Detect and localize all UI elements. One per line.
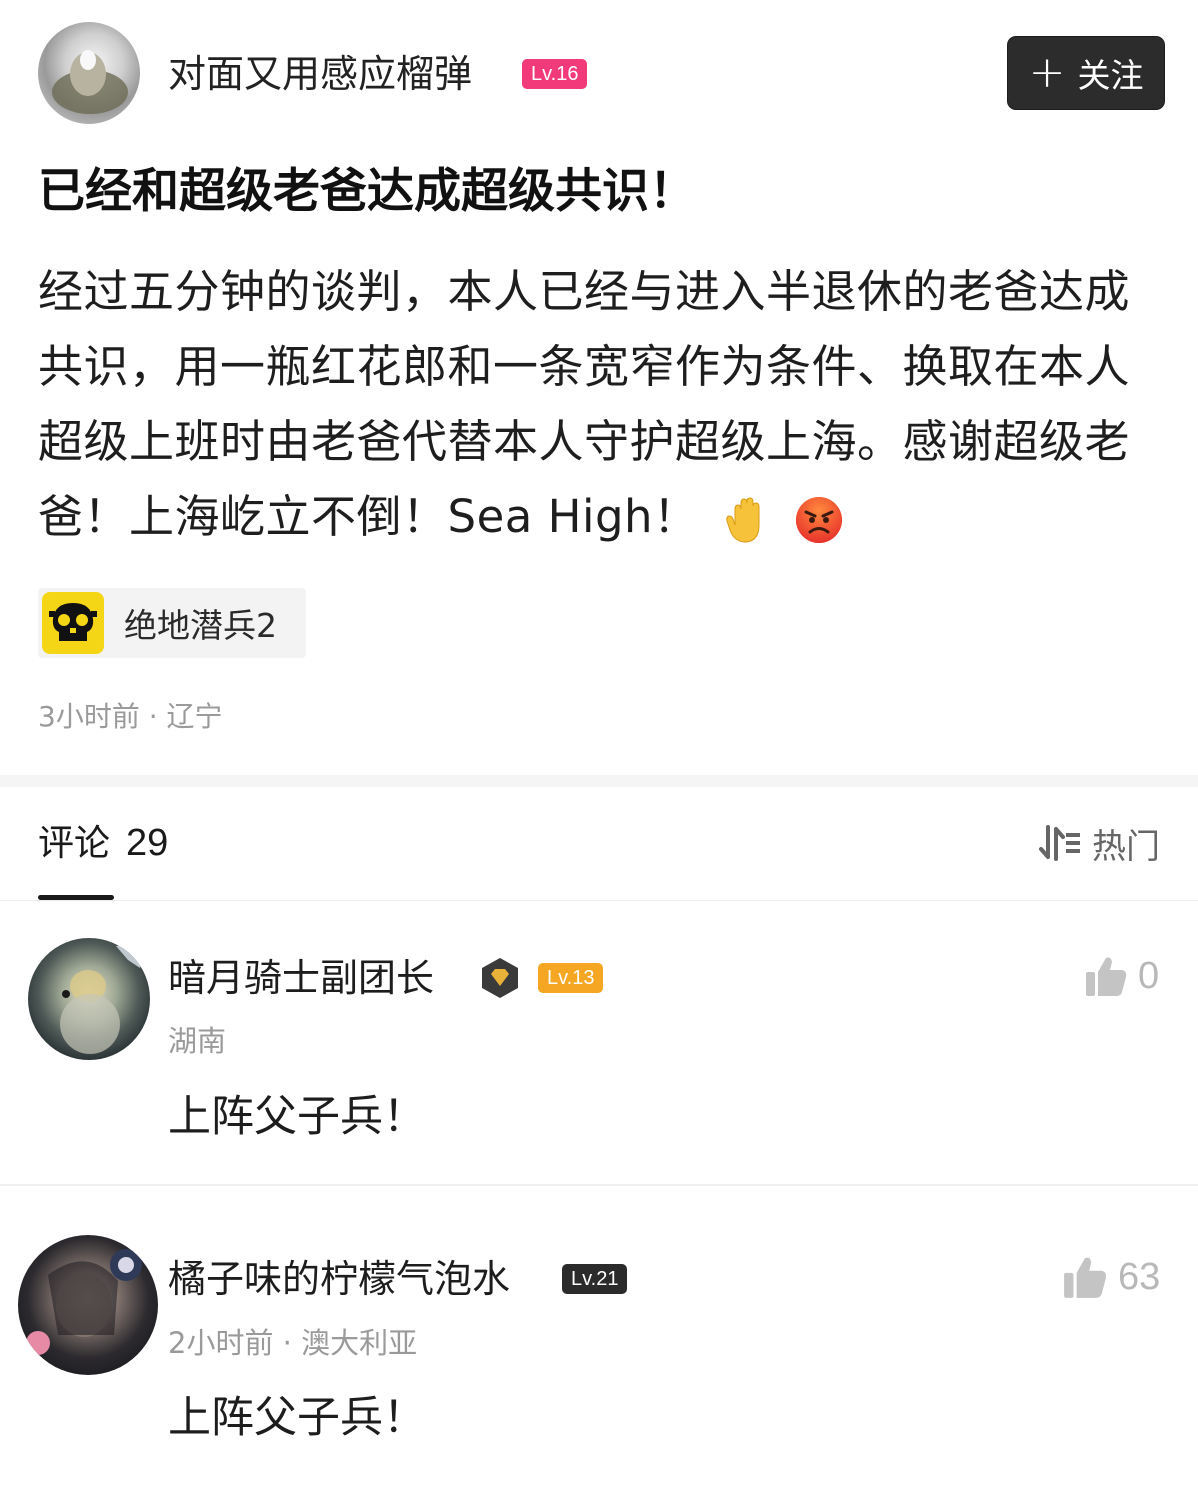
author-name[interactable]: 对面又用感应榴弹 — [168, 48, 472, 100]
header-divider — [0, 900, 1198, 901]
skull-icon — [42, 592, 104, 654]
post-title: 已经和超级老爸达成超级共识！ — [38, 164, 696, 219]
follow-button-label: 关注 — [1077, 56, 1144, 95]
comment-avatar-image — [26, 1249, 142, 1355]
post-meta: 3小时前 · 辽宁 — [38, 700, 223, 733]
topic-label: 绝地潜兵2 — [124, 606, 277, 645]
comment-avatar[interactable] — [18, 1235, 158, 1375]
comment-level-badge: Lv.13 — [538, 963, 604, 993]
comment-avatar[interactable] — [28, 938, 150, 1060]
thumbs-up-icon — [1064, 1257, 1107, 1298]
comment-level-badge: Lv.21 — [562, 1264, 628, 1294]
angry-face-emoji — [796, 497, 843, 543]
like-button[interactable]: 0 — [1084, 954, 1159, 998]
topic-tag[interactable]: 绝地潜兵2 — [38, 588, 306, 658]
comment-divider — [0, 1184, 1198, 1186]
comment-meta: 湖南 — [168, 1024, 227, 1058]
post-body: 经过五分钟的谈判，本人已经与进入半退休的老爸达成共识，用一瓶红花郎和一条宽窄作为… — [38, 254, 1168, 554]
sort-label: 热门 — [1092, 826, 1160, 867]
comment-text: 上阵父子兵！ — [168, 1092, 426, 1142]
thumbs-up-icon — [1086, 957, 1127, 996]
comment-username[interactable]: 橘子味的柠檬气泡水 — [168, 1253, 510, 1305]
comments-tab-label: 评论 — [38, 823, 111, 864]
like-count: 0 — [1138, 954, 1160, 997]
author-avatar[interactable] — [38, 22, 140, 124]
follow-button[interactable]: + 关注 — [1008, 37, 1164, 109]
post-body-text: 经过五分钟的谈判，本人已经与进入半退休的老爸达成共识，用一瓶红花郎和一条宽窄作为… — [38, 265, 1131, 543]
sort-toggle[interactable]: 热门 — [1038, 818, 1160, 868]
comment-username[interactable]: 暗月骑士副团长 — [168, 952, 434, 1004]
author-level-badge: Lv.16 — [522, 59, 588, 89]
plus-icon: + — [1028, 47, 1066, 98]
raised-hand-emoji — [726, 497, 760, 543]
comment-avatar-image — [60, 945, 141, 1054]
comment-meta: 2小时前 · 澳大利亚 — [168, 1326, 418, 1360]
like-count: 63 — [1118, 1255, 1161, 1298]
diamond-badge-icon — [482, 958, 518, 998]
section-divider — [0, 775, 1198, 787]
comments-count: 29 — [126, 822, 169, 864]
author-avatar-image — [52, 50, 128, 114]
sort-icon — [1039, 825, 1080, 861]
tab-comments[interactable]: 评论 29 — [38, 818, 168, 869]
like-button[interactable]: 63 — [1062, 1254, 1160, 1300]
comment-text: 上阵父子兵！ — [168, 1393, 426, 1443]
